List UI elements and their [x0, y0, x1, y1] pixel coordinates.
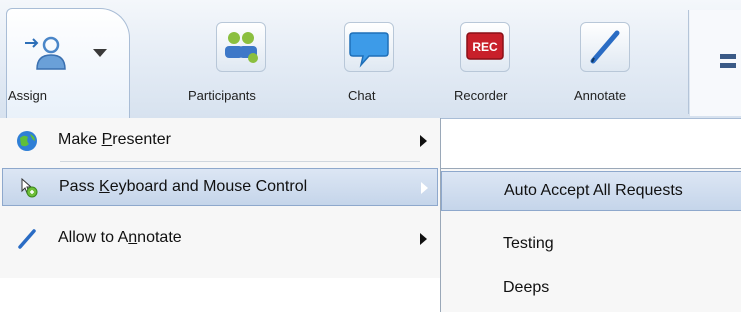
- recorder-label: Recorder: [454, 88, 508, 103]
- assign-label: Assign: [8, 88, 48, 103]
- ribbon-toolbar: Assign Participants Chat REC Recorder An…: [0, 0, 741, 119]
- submenu-arrow-icon: [420, 233, 427, 245]
- svg-text:REC: REC: [472, 40, 498, 54]
- keyboard-mouse-icon: [21, 177, 38, 198]
- assign-user-icon: [25, 36, 66, 70]
- submenu-item-label: Auto Accept All Requests: [504, 182, 683, 199]
- chevron-down-icon: [93, 49, 107, 57]
- background-area: [0, 278, 440, 311]
- menu-item-make-presenter[interactable]: Make Presenter: [2, 122, 438, 160]
- participants-icon: [216, 22, 266, 72]
- globe-icon: [17, 131, 37, 151]
- chat-label: Chat: [348, 88, 376, 103]
- submenu-item-testing[interactable]: Testing: [441, 225, 741, 265]
- menu-item-allow-to-annotate[interactable]: Allow to Annotate: [2, 220, 438, 258]
- chat-bubble-icon: [344, 22, 394, 72]
- menu-item-pass-keyboard-mouse-control[interactable]: Pass Keyboard and Mouse Control: [2, 168, 438, 206]
- submenu-item-label: Testing: [503, 235, 554, 252]
- assign-menu: Make Presenter Pass Keyboard and Mouse C…: [0, 118, 441, 278]
- pen-icon: [18, 229, 36, 249]
- menu-item-label: Pass Keyboard and Mouse Control: [59, 178, 308, 195]
- submenu-item-deeps[interactable]: Deeps: [441, 269, 741, 309]
- annotate-label: Annotate: [574, 88, 627, 103]
- submenu-arrow-icon: [421, 182, 428, 194]
- more-options-icon[interactable]: [720, 54, 736, 68]
- rec-icon: REC: [460, 22, 510, 72]
- submenu-arrow-icon: [420, 135, 427, 147]
- pen-icon: [580, 22, 630, 72]
- submenu-item-auto-accept-all-requests[interactable]: Auto Accept All Requests: [441, 171, 741, 211]
- menu-item-label: Allow to Annotate: [58, 229, 182, 246]
- toolbar-divider: [688, 10, 689, 114]
- menu-item-label: Make Presenter: [58, 131, 171, 148]
- pass-control-submenu: Auto Accept All Requests Testing Deeps: [440, 168, 741, 312]
- menu-divider: [60, 161, 420, 162]
- participants-label: Participants: [188, 88, 256, 103]
- submenu-item-label: Deeps: [503, 279, 550, 296]
